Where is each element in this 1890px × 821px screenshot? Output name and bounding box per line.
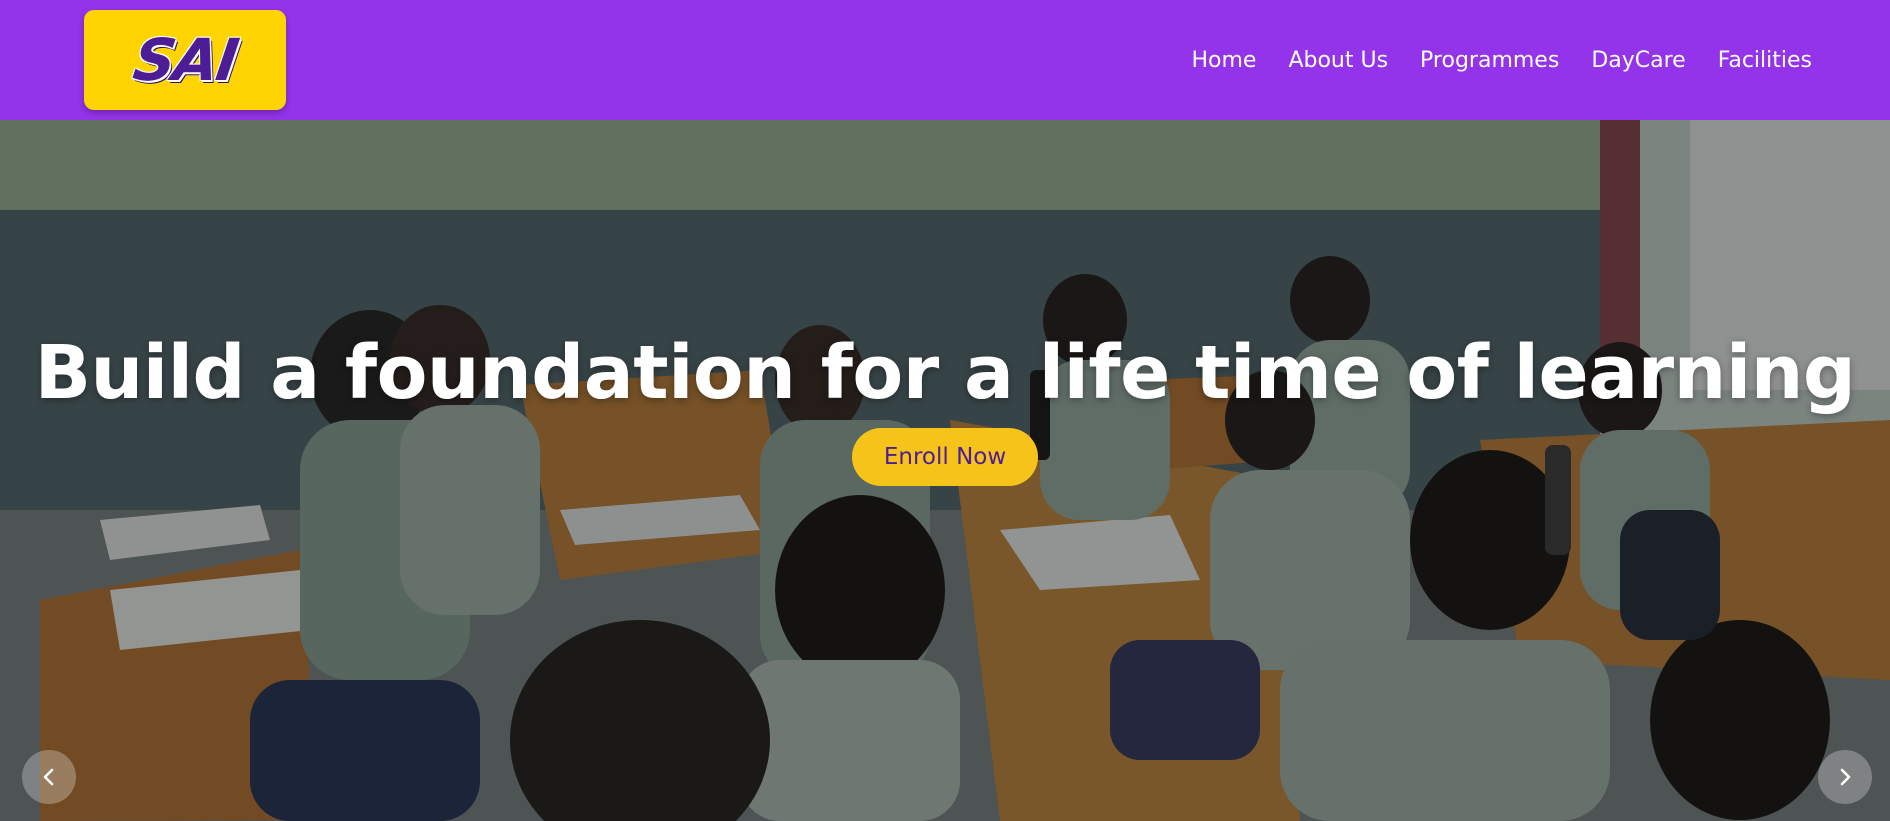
chevron-right-icon	[1840, 768, 1851, 786]
logo-text: SAI	[129, 26, 241, 94]
nav-link-programmes[interactable]: Programmes	[1420, 48, 1559, 73]
carousel-prev-button[interactable]	[22, 750, 76, 804]
top-navbar: SAI Home About Us Programmes DayCare Fac…	[0, 0, 1890, 120]
nav-link-about-us[interactable]: About Us	[1288, 48, 1388, 73]
nav-link-home[interactable]: Home	[1191, 48, 1256, 73]
hero-title: Build a foundation for a life time of le…	[34, 330, 1856, 416]
nav-link-facilities[interactable]: Facilities	[1718, 48, 1812, 73]
hero-carousel: Build a foundation for a life time of le…	[0, 120, 1890, 821]
enroll-now-button[interactable]: Enroll Now	[851, 428, 1039, 486]
hero-content: Build a foundation for a life time of le…	[0, 330, 1890, 486]
nav-link-daycare[interactable]: DayCare	[1591, 48, 1685, 73]
chevron-left-icon	[43, 768, 54, 786]
main-nav: Home About Us Programmes DayCare Facilit…	[1191, 0, 1812, 120]
site-logo[interactable]: SAI	[84, 10, 286, 110]
carousel-next-button[interactable]	[1818, 750, 1872, 804]
